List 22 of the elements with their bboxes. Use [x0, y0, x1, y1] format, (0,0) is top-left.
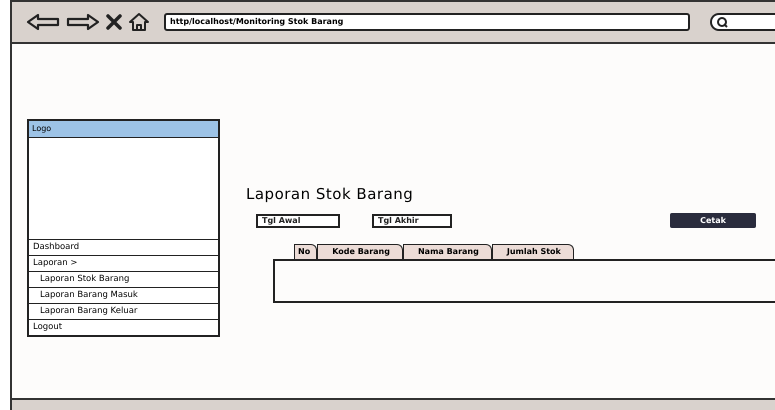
column-header: Kode Barang — [317, 244, 403, 259]
page-title: Laporan Stok Barang — [246, 185, 414, 205]
address-bar[interactable]: http/localhost/Monitoring Stok Barang — [164, 13, 690, 31]
sidebar-item[interactable]: Laporan Barang Keluar — [29, 303, 218, 319]
home-icon[interactable] — [128, 12, 150, 32]
print-button[interactable]: Cetak — [670, 213, 756, 228]
column-header: No — [294, 244, 318, 259]
sidebar-item[interactable]: Laporan > — [29, 255, 218, 271]
sidebar-item[interactable]: Laporan Barang Masuk — [29, 287, 218, 303]
close-icon[interactable] — [106, 14, 122, 30]
sidebar-item[interactable]: Dashboard — [29, 239, 218, 255]
logo-label: Logo — [29, 121, 218, 138]
search-icon — [716, 16, 728, 28]
back-icon[interactable] — [26, 13, 60, 31]
column-header: Jumlah Stok — [492, 244, 574, 259]
date-field[interactable]: Tgl Akhir — [372, 214, 452, 228]
sidebar-item[interactable]: Laporan Stok Barang — [29, 271, 218, 287]
date-field[interactable]: Tgl Awal — [256, 214, 340, 228]
column-header: Nama Barang — [402, 244, 492, 259]
forward-icon[interactable] — [66, 13, 100, 31]
sidebar-item[interactable]: Logout — [29, 319, 218, 335]
search-field[interactable] — [710, 13, 775, 31]
